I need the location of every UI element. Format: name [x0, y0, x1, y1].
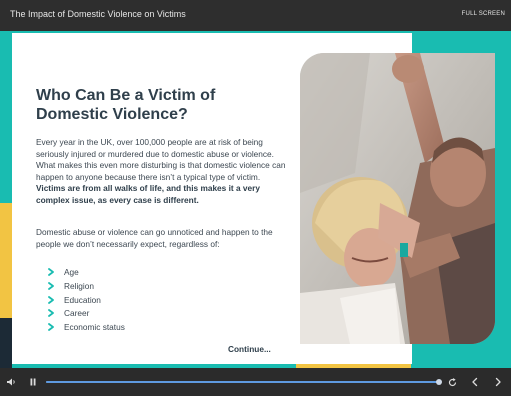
intro-bold-text: Victims are from all walks of life, and … — [36, 183, 260, 205]
chevron-right-icon — [48, 323, 54, 332]
chevron-right-icon — [48, 281, 54, 290]
fullscreen-button[interactable]: FULL SCREEN — [462, 11, 505, 17]
list-item-label: Age — [64, 267, 79, 277]
progress-handle[interactable] — [436, 379, 442, 385]
factor-list: Age Religion Education Career Economic s… — [47, 266, 125, 335]
progress-track[interactable] — [46, 381, 438, 383]
domestic-violence-photo — [300, 53, 495, 344]
next-icon[interactable] — [493, 377, 503, 387]
slide-heading: Who Can Be a Victim of Domestic Violence… — [36, 87, 216, 123]
regardless-paragraph: Domestic abuse or violence can go unnoti… — [36, 227, 273, 249]
continue-link[interactable]: Continue... — [228, 344, 271, 354]
course-title: The Impact of Domestic Violence on Victi… — [10, 9, 186, 19]
list-item-label: Career — [64, 308, 90, 319]
teal-accent-bottom — [411, 346, 511, 368]
progress-fill — [46, 381, 438, 383]
chevron-right-icon — [48, 268, 54, 276]
volume-icon[interactable] — [6, 377, 16, 387]
previous-icon[interactable] — [470, 377, 480, 387]
player-controls — [0, 368, 511, 396]
list-item: Career — [47, 307, 125, 321]
dark-accent-left — [0, 318, 12, 368]
list-item-label: Economic status — [64, 322, 125, 333]
chevron-right-icon — [48, 295, 54, 304]
list-item: Age — [47, 266, 125, 280]
photo-illustration — [300, 53, 495, 344]
list-item-label: Education — [64, 294, 101, 305]
list-item-label: Religion — [64, 280, 94, 291]
intro-text: Every year in the UK, over 100,000 peopl… — [36, 137, 286, 182]
chevron-right-icon — [48, 309, 54, 318]
replay-icon[interactable] — [447, 377, 458, 388]
intro-paragraph: Every year in the UK, over 100,000 peopl… — [36, 137, 286, 207]
pause-icon[interactable] — [28, 377, 38, 387]
list-item: Education — [47, 294, 125, 308]
list-item: Economic status — [47, 321, 125, 335]
list-item: Religion — [47, 280, 125, 294]
top-bar: The Impact of Domestic Violence on Victi… — [0, 0, 511, 31]
